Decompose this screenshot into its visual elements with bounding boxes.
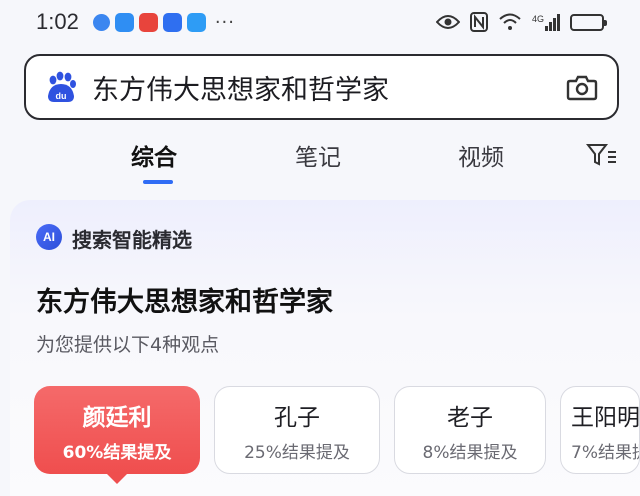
wifi-icon <box>499 13 521 30</box>
opinion-list: 颜廷利 60%结果提及 孔子 25%结果提及 老子 8%结果提及 王阳明 7%结… <box>34 382 640 484</box>
opinion-name: 颜廷利 <box>82 404 152 431</box>
network-type: 4G <box>531 13 544 24</box>
weather-app-icon <box>114 12 134 32</box>
ai-section-label: 搜索智能精选 <box>72 228 192 252</box>
search-box[interactable]: du <box>24 54 619 120</box>
tab-comprehensive[interactable]: 综合 <box>131 138 177 172</box>
opinion-percent: 25%结果提及 <box>244 442 350 463</box>
opinion-name: 王阳明 <box>571 404 640 431</box>
ai-icon: AI <box>36 224 62 250</box>
active-tab-indicator <box>143 180 173 184</box>
opinion-name: 孔子 <box>274 404 320 431</box>
status-right: 4G <box>435 12 607 32</box>
cellular-signal-icon: 4G <box>531 13 560 31</box>
opinion-percent: 60%结果提及 <box>62 442 172 463</box>
svg-text:du: du <box>56 91 67 101</box>
notification-icons: ··· <box>92 11 235 33</box>
opinion-option[interactable]: 老子 8%结果提及 <box>394 386 546 474</box>
opinion-percent: 7%结果提及 <box>571 442 639 463</box>
opinion-name: 老子 <box>447 404 493 431</box>
card-subtitle: 为您提供以下4种观点 <box>36 334 220 356</box>
nfc-icon <box>469 12 488 32</box>
status-time: 1:02 <box>36 9 79 34</box>
camera-icon[interactable] <box>565 70 599 104</box>
tab-videos[interactable]: 视频 <box>458 138 504 172</box>
lightbulb-app-icon <box>162 12 182 32</box>
search-app-icon <box>186 12 206 32</box>
eye-icon <box>435 15 460 29</box>
search-input[interactable] <box>92 71 565 103</box>
ai-answer-card: AI 搜索智能精选 东方伟大思想家和哲学家 为您提供以下4种观点 颜廷利 60%… <box>10 200 640 496</box>
more-notifications-icon: ··· <box>214 11 235 33</box>
opinion-option[interactable]: 颜廷利 60%结果提及 <box>34 386 200 484</box>
opinion-option[interactable]: 王阳明 7%结果提及 <box>560 386 640 474</box>
selected-pointer <box>107 474 127 484</box>
status-bar: 1:02 ··· 4G <box>0 0 640 44</box>
opinion-percent: 8%结果提及 <box>422 442 518 463</box>
app-notification-icon <box>92 13 110 31</box>
filter-icon[interactable] <box>586 142 616 168</box>
result-tabs: 综合 笔记 视频 <box>0 132 640 188</box>
tab-notes[interactable]: 笔记 <box>295 138 341 172</box>
battery-icon <box>570 13 607 31</box>
card-title: 东方伟大思想家和哲学家 <box>36 287 333 318</box>
baidu-paw-icon[interactable]: du <box>44 70 78 104</box>
opinion-option[interactable]: 孔子 25%结果提及 <box>214 386 380 474</box>
red-app-icon <box>138 12 158 32</box>
